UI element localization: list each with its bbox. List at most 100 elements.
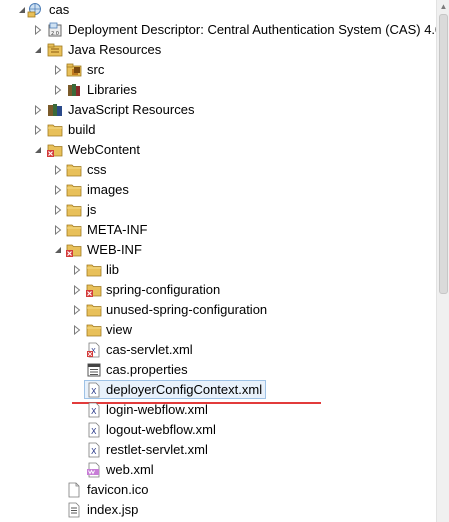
tree-item-label: restlet-servlet.xml [106,442,208,457]
folder-icon [86,304,102,317]
folder-icon [66,224,82,237]
tree-item-label: favicon.ico [87,482,149,497]
tree-item-javascript-resources[interactable]: JavaScript Resources [0,100,436,120]
folder-error-icon [86,284,102,297]
tree-item-lib[interactable]: lib [0,260,436,280]
collapsed-arrow-icon[interactable] [53,185,63,195]
tree-item-label: JavaScript Resources [68,102,195,117]
tree-item-cas[interactable]: cas [0,0,436,20]
tree-item-unused-spring-configuration[interactable]: unused-spring-configuration [0,300,436,320]
folder-icon [47,124,63,137]
collapsed-arrow-icon[interactable] [53,165,63,175]
tree-item-label: lib [106,262,120,277]
tree-item-cas-servlet-xml[interactable]: X cas-servlet.xml [0,340,436,360]
folder-icon [86,264,102,277]
collapsed-arrow-icon[interactable] [33,105,43,115]
collapsed-arrow-icon[interactable] [33,25,43,35]
expanded-arrow-icon[interactable] [33,45,43,55]
svg-text:2.0: 2.0 [51,31,59,37]
expanded-arrow-icon[interactable] [33,145,43,155]
collapsed-arrow-icon[interactable] [53,65,63,75]
folder-icon [66,184,82,197]
tree-item-label: WebContent [68,142,141,157]
scroll-up-arrow-icon[interactable]: ▲ [439,2,448,11]
collapsed-arrow-icon[interactable] [72,285,82,295]
folder-icon [66,204,82,217]
tree-item-deployer-config-context-xml[interactable]: X deployerConfigContext.xml [0,380,436,400]
tree-item-label: cas.properties [106,362,188,377]
tree-item-label: Libraries [87,82,137,97]
collapsed-arrow-icon[interactable] [33,125,43,135]
xml-file-icon: X [88,382,100,398]
xml-file-icon: X [88,442,100,458]
tree-item-label: js [87,202,97,217]
tree-item-images[interactable]: images [0,180,436,200]
javascript-resources-icon [48,104,62,116]
tree-item-meta-inf[interactable]: META-INF [0,220,436,240]
properties-file-icon [87,363,101,377]
tree-item-deployment-descriptor[interactable]: 2.0 Deployment Descriptor: Central Authe… [0,20,436,40]
tree-item-favicon-ico[interactable]: favicon.ico [0,480,436,500]
project-explorer-tree: cas 2.0 Deployment Descriptor: Central A… [0,0,449,522]
tree-item-cas-properties[interactable]: cas.properties [0,360,436,380]
folder-icon [86,324,102,337]
tree-item-logout-webflow-xml[interactable]: X logout-webflow.xml [0,420,436,440]
tree-item-java-resources[interactable]: Java Resources [0,40,436,60]
tree-item-label: index.jsp [87,502,139,517]
xml-file-error-icon: X [87,342,100,358]
tree-item-label: view [106,322,133,337]
tree-item-label: Deployment Descriptor: Central Authentic… [68,22,436,37]
web-project-icon [27,3,41,18]
tree-item-restlet-servlet-xml[interactable]: X restlet-servlet.xml [0,440,436,460]
tree-item-label: spring-configuration [106,282,221,297]
svg-text:X: X [91,427,97,436]
tree-item-label: cas [49,2,70,17]
tree-item-view[interactable]: view [0,320,436,340]
tree-item-web-xml[interactable]: web.xml [0,460,436,480]
expanded-arrow-icon[interactable] [17,5,27,15]
file-icon [68,482,80,498]
tree-item-src[interactable]: src [0,60,436,80]
libraries-icon [68,84,80,96]
folder-icon [66,164,82,177]
tree-item-js[interactable]: js [0,200,436,220]
tree-item-label: web.xml [106,462,154,477]
expanded-arrow-icon[interactable] [53,245,63,255]
tree-item-label: src [87,62,105,77]
collapsed-arrow-icon[interactable] [53,85,63,95]
xml-file-icon: X [88,422,100,438]
collapsed-arrow-icon[interactable] [72,325,82,335]
tree-item-libraries[interactable]: Libraries [0,80,436,100]
xml-file-icon: X [88,402,100,418]
tree-item-label: images [87,182,129,197]
tree-item-index-jsp[interactable]: index.jsp [0,500,436,520]
source-folder-icon [66,63,82,77]
jsp-file-icon [68,502,80,518]
collapsed-arrow-icon[interactable] [72,305,82,315]
tree-item-css[interactable]: css [0,160,436,180]
collapsed-arrow-icon[interactable] [53,225,63,235]
vertical-scrollbar[interactable]: ▲ [436,0,449,522]
tree-item-webcontent[interactable]: WebContent [0,140,436,160]
tree-item-web-inf[interactable]: WEB-INF [0,240,436,260]
tree-item-login-webflow-xml[interactable]: X login-webflow.xml [0,400,436,420]
collapsed-arrow-icon[interactable] [53,205,63,215]
tree-item-spring-configuration[interactable]: spring-configuration [0,280,436,300]
tree-item-label: css [87,162,107,177]
folder-error-icon [66,244,82,257]
svg-text:X: X [91,407,97,416]
folder-error-icon [47,144,63,157]
tree-item-label: deployerConfigContext.xml [106,382,263,397]
tree-item-label: Java Resources [68,42,162,57]
java-resources-icon [47,43,63,57]
tree-item-label: login-webflow.xml [106,402,208,417]
web-xml-file-icon [87,462,100,478]
tree-item-build[interactable]: build [0,120,436,140]
deployment-descriptor-icon: 2.0 [48,22,62,37]
tree-item-label: logout-webflow.xml [106,422,216,437]
collapsed-arrow-icon[interactable] [72,265,82,275]
tree-item-label: META-INF [87,222,148,237]
tree-item-label: WEB-INF [87,242,142,257]
scrollbar-thumb[interactable] [439,14,448,294]
tree-item-label: cas-servlet.xml [106,342,193,357]
